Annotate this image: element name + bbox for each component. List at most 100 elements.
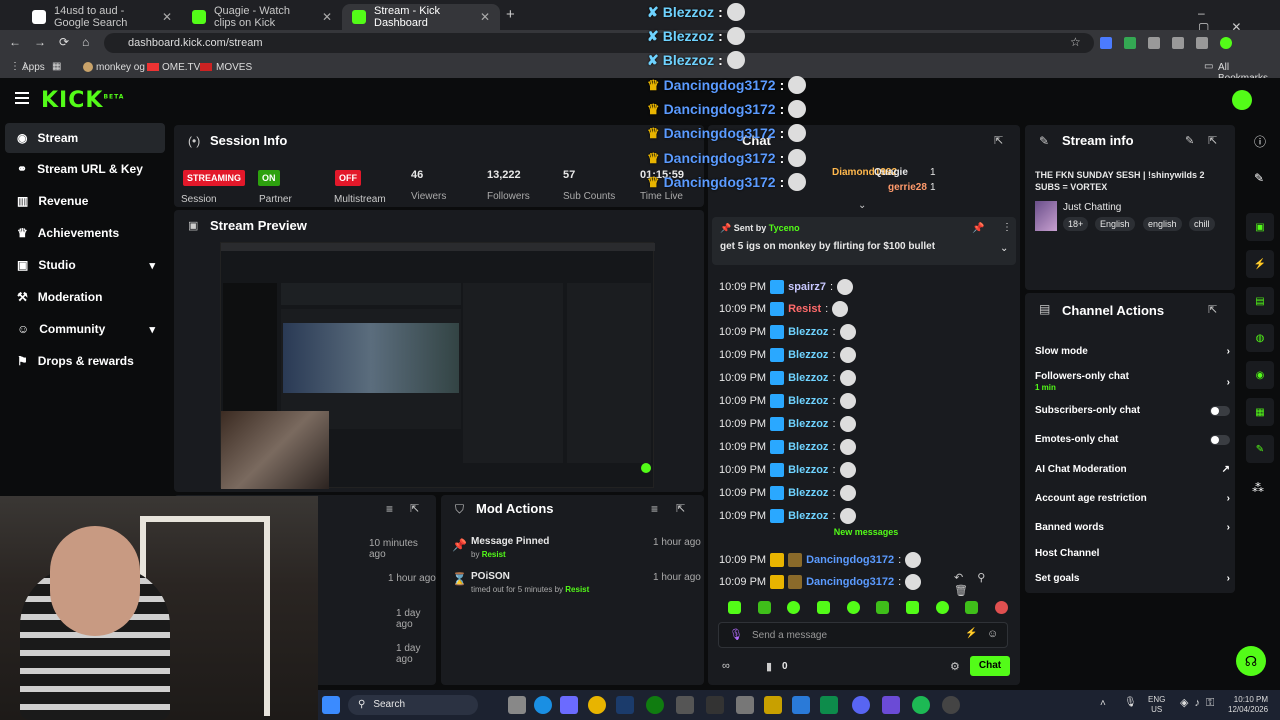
hamburger-menu-icon[interactable] xyxy=(15,92,29,104)
extensions-icon[interactable] xyxy=(1100,37,1250,49)
community-icon[interactable]: ⁂ xyxy=(1252,481,1264,495)
channel-action-ai-moderation[interactable]: AI Chat Moderation ↗ xyxy=(1035,464,1230,475)
sidebar-item-revenue[interactable]: ▥ Revenue xyxy=(5,186,165,216)
channel-action-banned-words[interactable]: Banned words › xyxy=(1035,522,1230,533)
discord-icon[interactable] xyxy=(852,696,870,714)
chat-username[interactable]: Blezzoz xyxy=(788,464,828,476)
emote-bar[interactable] xyxy=(728,601,1008,614)
xbox-icon[interactable] xyxy=(646,696,664,714)
language-indicator[interactable]: ENG US xyxy=(1148,695,1165,715)
info-icon[interactable]: ⓘ xyxy=(1254,133,1266,150)
grid-icon[interactable]: ▦ xyxy=(52,61,61,72)
edit-icon[interactable]: ✎ xyxy=(1185,134,1194,147)
navigation-buttons-icon[interactable]: ←→⟳⌂ xyxy=(9,35,102,49)
popout-icon[interactable]: ⇱ xyxy=(410,502,419,515)
sidebar-item-community[interactable]: ☺ Community ▾ xyxy=(5,314,165,344)
file-explorer-icon[interactable] xyxy=(508,696,526,714)
browser-tab[interactable]: 14usd to aud - Google Search ✕ xyxy=(22,4,182,30)
chat-username[interactable]: Blezzoz xyxy=(788,349,828,361)
tray-chevron-icon[interactable]: ˄ xyxy=(1100,698,1106,709)
chat-message[interactable]: 10:09 PM Blezzoz: xyxy=(719,483,856,503)
emotes-only-toggle[interactable] xyxy=(1210,434,1230,445)
chat-username[interactable]: Dancingdog3172 xyxy=(806,576,894,588)
close-tab-icon[interactable]: ✕ xyxy=(322,10,332,24)
chat-username[interactable]: Blezzoz xyxy=(788,326,828,338)
pencil-icon[interactable]: ✎ xyxy=(1254,171,1264,185)
pin-icon[interactable]: 📌 xyxy=(972,223,984,234)
windows-start-icon[interactable] xyxy=(322,696,340,714)
chat-username[interactable]: Blezzoz xyxy=(788,395,828,407)
chat-message[interactable]: 10:09 PM spairz7: xyxy=(719,277,854,297)
chat-message[interactable]: 10:09 PM Blezzoz: xyxy=(719,391,856,411)
close-tab-icon[interactable]: ✕ xyxy=(480,10,490,24)
app-icon[interactable] xyxy=(820,696,838,714)
bookmark-star-icon[interactable]: ☆ xyxy=(1070,35,1081,49)
chrome-icon[interactable] xyxy=(588,696,606,714)
chat-message[interactable]: 10:09 PM Blezzoz: xyxy=(719,460,856,480)
rail-button-chat-icon[interactable]: ◍ xyxy=(1246,324,1274,352)
kick-logo[interactable]: KICKBETA xyxy=(41,88,124,113)
rail-button-flash-icon[interactable]: ⚡ xyxy=(1246,250,1274,278)
system-tray-icon[interactable]: ◈♪⚿ xyxy=(1180,696,1220,710)
infinity-icon[interactable]: ∞ xyxy=(722,660,730,672)
chevron-down-icon[interactable]: ⌄ xyxy=(858,200,866,211)
rail-button-broadcast-icon[interactable]: ◉ xyxy=(1246,361,1274,389)
filter-icon[interactable]: ≡ xyxy=(651,502,658,516)
command-icon[interactable]: ⚡ xyxy=(965,628,977,639)
chat-message-new[interactable]: 10:09 PM Dancingdog3172: xyxy=(719,550,922,570)
sidebar-item-moderation[interactable]: ⚒ Moderation xyxy=(5,282,165,312)
chat-username[interactable]: Blezzoz xyxy=(788,372,828,384)
sidebar-item-studio[interactable]: ▣ Studio ▾ xyxy=(5,250,165,280)
epic-games-icon[interactable] xyxy=(706,696,724,714)
channel-action-followers-only[interactable]: Followers-only chat 1 min › xyxy=(1035,371,1230,393)
photos-icon[interactable] xyxy=(792,696,810,714)
app-icon[interactable] xyxy=(676,696,694,714)
chat-username[interactable]: Blezzoz xyxy=(788,487,828,499)
chat-username[interactable]: Resist xyxy=(788,303,821,315)
more-options-icon[interactable]: ⋮ xyxy=(1002,222,1012,233)
bookmark-apps[interactable]: Apps xyxy=(22,62,45,73)
popout-icon[interactable]: ⇱ xyxy=(994,134,1003,147)
edge-icon[interactable] xyxy=(534,696,552,714)
channel-action-subscribers-only[interactable]: Subscribers-only chat xyxy=(1035,405,1230,416)
chat-message-new[interactable]: 10:09 PM Dancingdog3172: xyxy=(719,572,922,592)
browser-tab[interactable]: Quagie - Watch clips on Kick ✕ xyxy=(182,4,342,30)
support-icon[interactable]: ☊ xyxy=(1236,646,1266,676)
steam-icon[interactable] xyxy=(616,696,634,714)
send-chat-button[interactable]: Chat xyxy=(970,656,1010,676)
subscribers-only-toggle[interactable] xyxy=(1210,405,1230,416)
bookmark-ometv[interactable]: OME.TV xyxy=(162,62,200,73)
emoji-icon[interactable]: ☺ xyxy=(987,628,998,640)
message-actions-icon[interactable]: ↶⚲🗑 xyxy=(954,571,1020,597)
chat-message[interactable]: 10:09 PM Resist: xyxy=(719,299,849,319)
chat-message[interactable]: 10:09 PM Blezzoz: xyxy=(719,414,856,434)
close-tab-icon[interactable]: ✕ xyxy=(162,10,172,24)
url-field[interactable]: dashboard.kick.com/stream xyxy=(104,33,1094,53)
sidebar-item-drops-rewards[interactable]: ⚑ Drops & rewards xyxy=(5,346,165,376)
spotify-icon[interactable] xyxy=(912,696,930,714)
chat-username[interactable]: Blezzoz xyxy=(788,441,828,453)
app-icon[interactable] xyxy=(560,696,578,714)
rail-button-wrench-icon[interactable]: ✎ xyxy=(1246,435,1274,463)
channel-action-slow-mode[interactable]: Slow mode › xyxy=(1035,346,1230,357)
category-name[interactable]: Just Chatting xyxy=(1063,202,1121,213)
chat-message[interactable]: 10:09 PM Blezzoz: xyxy=(719,345,856,365)
new-tab-icon[interactable]: + xyxy=(506,6,515,23)
sidebar-item-stream-url-key[interactable]: ⚭ Stream URL & Key xyxy=(5,154,165,184)
chat-message[interactable]: 10:09 PM Blezzoz: xyxy=(719,368,856,388)
sidebar-item-stream[interactable]: ◉ Stream xyxy=(5,123,165,153)
avatar[interactable] xyxy=(1232,90,1252,110)
microphone-icon[interactable]: 🎙 xyxy=(729,628,743,641)
filter-icon[interactable]: ≡ xyxy=(386,502,393,516)
rail-button-list-icon[interactable]: ▦ xyxy=(1246,398,1274,426)
sidebar-item-achievements[interactable]: ♛ Achievements xyxy=(5,218,165,248)
rail-button-doc-icon[interactable]: ▤ xyxy=(1246,287,1274,315)
taskbar-search[interactable]: ⚲ Search xyxy=(348,695,478,715)
popout-icon[interactable]: ⇱ xyxy=(1208,134,1217,147)
chat-username[interactable]: Dancingdog3172 xyxy=(806,554,894,566)
chat-input[interactable]: 🎙 Send a message ⚡ ☺ xyxy=(718,622,1008,648)
channel-action-host-channel[interactable]: Host Channel xyxy=(1035,548,1230,559)
top-user[interactable]: Quagie xyxy=(874,167,908,178)
popout-icon[interactable]: ⇱ xyxy=(676,502,685,515)
rail-button-capture-icon[interactable]: ▣ xyxy=(1246,213,1274,241)
